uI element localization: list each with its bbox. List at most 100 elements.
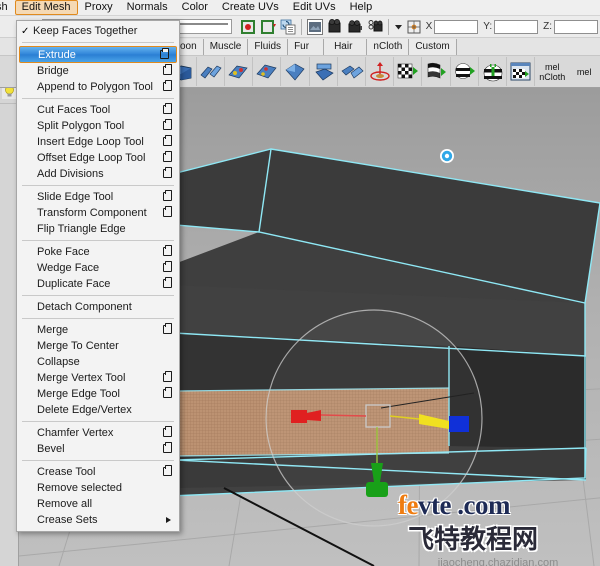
menu-item-append-to-polygon-tool[interactable]: Append to Polygon Tool [17,79,179,95]
ncloth-display-current-icon[interactable] [395,57,423,86]
menu-item-chamfer-vertex[interactable]: Chamfer Vertex [17,425,179,441]
ncloth-point-to-surface-icon[interactable] [311,57,338,86]
nparticle-emitter-icon[interactable] [367,57,395,86]
menu-item-delete-edge-vertex[interactable]: Delete Edge/Vertex [17,402,179,418]
menu-item-add-divisions[interactable]: Add Divisions [17,166,179,182]
menu-item-poke-face[interactable]: Poke Face [17,244,179,260]
absolute-transform-icon[interactable] [406,18,422,36]
menu-item-duplicate-face[interactable]: Duplicate Face [17,276,179,292]
ncloth-passive-collider-icon[interactable] [198,57,225,86]
history-icon[interactable] [279,18,297,36]
render-view-icon[interactable] [306,18,324,36]
menu-item-bridge[interactable]: Bridge [17,63,179,79]
ncloth-display-start-icon[interactable] [452,57,479,86]
snap-to-curve-icon[interactable] [259,18,277,36]
menu-item-cut-faces-tool[interactable]: Cut Faces Tool [17,102,179,118]
x-coordinate-input[interactable] [434,19,479,34]
y-coordinate-input[interactable] [494,19,539,34]
menu-item-collapse[interactable]: Collapse [17,354,179,370]
menu-item-detach-component[interactable]: Detach Component [17,299,179,315]
menu-item-extrude[interactable]: Extrude [19,46,177,63]
z-coordinate-input[interactable] [554,19,599,34]
shelf-tab-fluids[interactable]: Fluids [248,39,289,55]
menu-mesh[interactable]: sh [0,0,15,15]
menu-item-merge[interactable]: Merge [17,322,179,338]
menu-edit-uvs[interactable]: Edit UVs [286,0,343,15]
menu-item-label: Offset Edge Loop Tool [37,152,146,164]
menu-create-uvs[interactable]: Create UVs [215,0,286,15]
menu-item-flip-triangle-edge[interactable]: Flip Triangle Edge [17,221,179,237]
menu-item-slide-edge-tool[interactable]: Slide Edge Tool [17,189,179,205]
shelf-tab-custom[interactable]: Custom [409,39,457,55]
menu-item-transform-component[interactable]: Transform Component [17,205,179,221]
shelf-tab-ncloth[interactable]: nCloth [367,39,410,55]
menu-item-bevel[interactable]: Bevel [17,441,179,457]
option-box-icon[interactable] [163,465,172,476]
option-box-icon[interactable] [163,103,172,114]
shelf-tab-toon[interactable]: oon [178,39,204,55]
render-settings-icon[interactable] [366,18,384,36]
menu-item-merge-to-center[interactable]: Merge To Center [17,338,179,354]
option-box-icon[interactable] [163,261,172,272]
menu-item-remove-selected[interactable]: Remove selected [17,480,179,496]
ncloth-set-initial-state-icon[interactable] [480,57,508,86]
option-box-icon[interactable] [163,167,172,178]
menu-item-label: Cut Faces Tool [37,104,111,116]
menu-item-label: Bridge [37,65,69,77]
ncloth-tearable-surface-icon[interactable] [339,57,367,86]
option-box-icon[interactable] [163,80,172,91]
menu-item-remove-all[interactable]: Remove all [17,496,179,512]
option-box-icon[interactable] [163,206,172,217]
option-box-icon[interactable] [163,245,172,256]
menu-item-crease-tool[interactable]: Crease Tool [17,464,179,480]
option-box-icon[interactable] [163,151,172,162]
ncloth-display-input-icon[interactable] [423,57,451,86]
menu-separator [22,295,174,296]
menu-item-label: Merge Vertex Tool [37,372,126,384]
menu-item-wedge-face[interactable]: Wedge Face [17,260,179,276]
main-menu-bar[interactable]: sh Edit Mesh Proxy Normals Color Create … [0,0,600,16]
menu-normals[interactable]: Normals [120,0,175,15]
menu-item-offset-edge-loop-tool[interactable]: Offset Edge Loop Tool [17,150,179,166]
ncloth-cache-icon[interactable] [508,57,536,86]
menu-color[interactable]: Color [175,0,215,15]
menu-item-merge-vertex-tool[interactable]: Merge Vertex Tool [17,370,179,386]
option-box-icon[interactable] [163,277,172,288]
menu-item-split-polygon-tool[interactable]: Split Polygon Tool [17,118,179,134]
snap-to-grid-icon[interactable] [239,18,257,36]
option-box-icon[interactable] [163,119,172,130]
mel-script-button-1[interactable]: mel nCloth [536,57,568,86]
menu-item-crease-sets[interactable]: Crease Sets [17,512,179,528]
ncloth-create-constraint-icon[interactable] [226,57,254,86]
menu-help[interactable]: Help [343,0,380,15]
shelf-tab-fur[interactable]: Fur [288,39,325,55]
option-box-icon[interactable] [163,426,172,437]
menu-item-merge-edge-tool[interactable]: Merge Edge Tool [17,386,179,402]
chevron-down-icon[interactable] [393,18,404,36]
menu-item-keep-faces-together[interactable]: ✓ Keep Faces Together [17,23,179,39]
shelf-tab-hair[interactable]: Hair [324,39,368,55]
menu-item-label: Duplicate Face [37,278,111,290]
ncloth-transform-constraint-icon[interactable] [282,57,310,86]
option-box-icon[interactable] [163,371,172,382]
manipulator-y-handle [366,482,388,497]
manipulator-z-handle [449,416,469,432]
ipr-render-icon[interactable] [346,18,364,36]
option-box-icon[interactable] [163,387,172,398]
menu-item-label: Poke Face [37,246,90,258]
menu-item-insert-edge-loop-tool[interactable]: Insert Edge Loop Tool [17,134,179,150]
option-box-icon[interactable] [160,48,169,59]
option-box-icon[interactable] [163,190,172,201]
option-box-icon[interactable] [163,442,172,453]
render-current-frame-icon[interactable] [326,18,344,36]
submenu-arrow-icon [166,517,171,523]
shelf-tab-muscle[interactable]: Muscle [203,39,249,55]
option-box-icon[interactable] [163,135,172,146]
mel-script-button-2[interactable]: mel [568,57,600,86]
option-box-icon[interactable] [163,64,172,75]
edit-mesh-dropdown-menu[interactable]: ✓ Keep Faces Together Extrude Bridge App… [16,20,180,532]
ncloth-component-constraint-icon[interactable] [254,57,282,86]
menu-proxy[interactable]: Proxy [78,0,120,15]
option-box-icon[interactable] [163,323,172,334]
menu-edit-mesh[interactable]: Edit Mesh [14,0,78,15]
